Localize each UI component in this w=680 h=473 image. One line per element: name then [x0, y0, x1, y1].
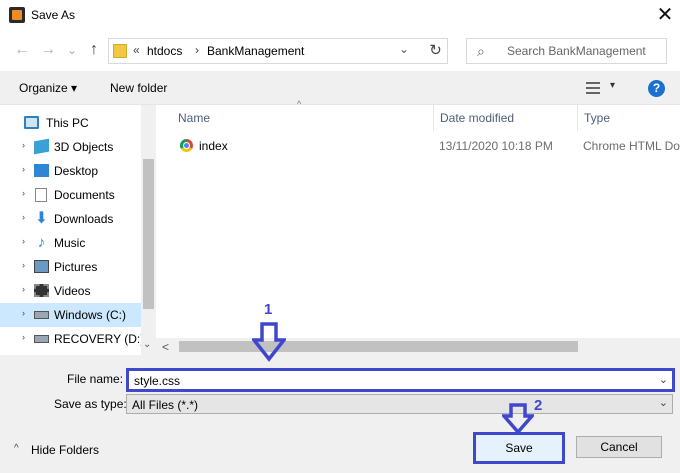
breadcrumb-bankmanagement[interactable]: BankManagement: [207, 44, 304, 58]
tree-item-label: Music: [54, 236, 86, 250]
tree-item-documents[interactable]: › Documents: [0, 183, 141, 207]
new-folder-button[interactable]: New folder: [110, 81, 167, 95]
search-icon: ⌕: [477, 43, 485, 59]
file-name-input[interactable]: style.css ⌄: [126, 368, 675, 392]
tree-item-label: Windows (C:): [54, 308, 127, 322]
save-type-select[interactable]: All Files (*.*) ⌄: [126, 394, 673, 414]
chevron-up-icon[interactable]: ^: [14, 443, 19, 454]
sublime-text-icon: [9, 7, 25, 23]
cube-icon: [34, 138, 49, 155]
help-icon[interactable]: ?: [648, 80, 665, 97]
tree-item-3d-objects[interactable]: › 3D Objects: [0, 135, 141, 159]
expand-chevron-icon[interactable]: ›: [22, 308, 25, 318]
expand-chevron-icon[interactable]: ›: [22, 140, 25, 150]
back-arrow-icon[interactable]: ←: [12, 39, 32, 61]
annotation-step-2: 2: [534, 397, 543, 414]
file-list: ^ Name Date modified Type index 13/11/20…: [156, 99, 680, 355]
tree-item-label: Downloads: [54, 212, 114, 226]
tree-item-downloads[interactable]: › ⬇ Downloads: [0, 207, 141, 231]
forward-arrow-icon[interactable]: →: [38, 39, 58, 61]
command-bar: Organize ▾ New folder ▾ ?: [0, 71, 680, 105]
tree-item-this-pc[interactable]: This PC: [0, 111, 141, 135]
save-form: File name: style.css ⌄ Save as type: All…: [0, 355, 680, 473]
expand-chevron-icon[interactable]: ›: [22, 236, 25, 246]
drive-icon: [34, 335, 49, 343]
tree-item-desktop[interactable]: › Desktop: [0, 159, 141, 183]
annotation-arrow-down-icon: [252, 322, 286, 362]
pictures-icon: [34, 260, 49, 273]
search-placeholder: Search BankManagement: [507, 44, 646, 58]
file-type: Chrome HTML Do: [583, 139, 680, 153]
tree-item-recovery-d[interactable]: › RECOVERY (D:): [0, 327, 145, 351]
scrollbar-thumb[interactable]: [179, 341, 578, 352]
file-date: 13/11/2020 10:18 PM: [439, 139, 553, 153]
file-name-label: File name:: [67, 372, 124, 386]
chevron-down-icon[interactable]: ⌄: [659, 396, 668, 409]
tree-item-label: Videos: [54, 284, 91, 298]
expand-chevron-icon[interactable]: ›: [22, 188, 25, 198]
up-arrow-icon[interactable]: ↑: [84, 39, 104, 61]
save-type-label: Save as type:: [54, 397, 127, 411]
recent-locations-icon[interactable]: ⌄: [62, 39, 82, 61]
navigation-bar: ← → ⌄ ↑ « htdocs › BankManagement ⌄ ↻ ⌕ …: [0, 31, 680, 71]
tree-item-label: Documents: [54, 188, 115, 202]
tree-item-windows-c[interactable]: › Windows (C:): [0, 303, 141, 327]
videos-icon: [34, 284, 49, 297]
tree-item-label: RECOVERY (D:): [54, 332, 145, 346]
breadcrumb-separator-icon[interactable]: ›: [195, 43, 199, 57]
breadcrumb-htdocs[interactable]: htdocs: [147, 44, 182, 58]
chevron-down-icon[interactable]: ⌄: [659, 373, 668, 386]
scroll-left-icon[interactable]: <: [162, 340, 169, 354]
downloads-icon: ⬇: [34, 210, 49, 227]
column-header-type[interactable]: Type: [578, 105, 680, 131]
expand-chevron-icon[interactable]: ›: [22, 332, 25, 342]
cancel-button[interactable]: Cancel: [576, 436, 662, 458]
view-dropdown-icon[interactable]: ▾: [610, 80, 615, 91]
expand-chevron-icon[interactable]: ›: [22, 260, 25, 270]
address-dropdown-icon[interactable]: ⌄: [399, 42, 409, 56]
tree-item-pictures[interactable]: › Pictures: [0, 255, 141, 279]
file-name-value: style.css: [134, 374, 181, 388]
tree-item-videos[interactable]: › Videos: [0, 279, 141, 303]
documents-icon: [35, 188, 47, 202]
window-title: Save As: [31, 8, 76, 22]
address-bar[interactable]: « htdocs › BankManagement ⌄: [108, 38, 448, 64]
scrollbar-thumb[interactable]: [143, 159, 154, 309]
path-overflow-icon[interactable]: «: [133, 43, 140, 57]
drive-icon: [34, 311, 49, 319]
hide-folders-button[interactable]: Hide Folders: [31, 443, 99, 457]
scroll-down-icon[interactable]: ⌄: [143, 339, 151, 350]
folder-icon: [113, 44, 127, 58]
search-input[interactable]: ⌕ Search BankManagement: [466, 38, 667, 64]
computer-icon: [24, 116, 39, 129]
tree-item-label: Desktop: [54, 164, 99, 178]
save-type-value: All Files (*.*): [132, 398, 199, 412]
organize-menu[interactable]: Organize ▾: [19, 81, 77, 95]
expand-chevron-icon[interactable]: ›: [22, 212, 25, 222]
navigation-scrollbar[interactable]: ⌄: [141, 105, 156, 355]
desktop-icon: [34, 164, 49, 177]
refresh-icon[interactable]: ↻: [424, 38, 448, 64]
tree-item-label: This PC: [46, 116, 89, 130]
expand-chevron-icon[interactable]: ›: [22, 164, 25, 174]
annotation-arrow-down-icon: [502, 403, 534, 434]
expand-chevron-icon[interactable]: ›: [22, 284, 25, 294]
tree-item-label: 3D Objects: [54, 140, 114, 154]
navigation-pane: This PC › 3D Objects › Desktop › Documen…: [0, 105, 156, 355]
tree-item-label: Pictures: [54, 260, 98, 274]
annotation-step-1: 1: [264, 301, 273, 318]
view-options-icon[interactable]: [586, 82, 600, 94]
save-button[interactable]: Save: [473, 432, 565, 464]
horizontal-scrollbar[interactable]: <: [156, 338, 680, 355]
file-name-index[interactable]: index: [199, 139, 228, 153]
chrome-icon: [180, 139, 193, 152]
column-header-name[interactable]: Name: [172, 105, 434, 131]
column-header-date[interactable]: Date modified: [434, 105, 578, 131]
close-button[interactable]: ✕: [650, 3, 680, 29]
music-icon: ♪: [37, 234, 46, 251]
title-bar: Save As ✕: [0, 0, 680, 31]
tree-item-music[interactable]: › ♪ Music: [0, 231, 141, 255]
